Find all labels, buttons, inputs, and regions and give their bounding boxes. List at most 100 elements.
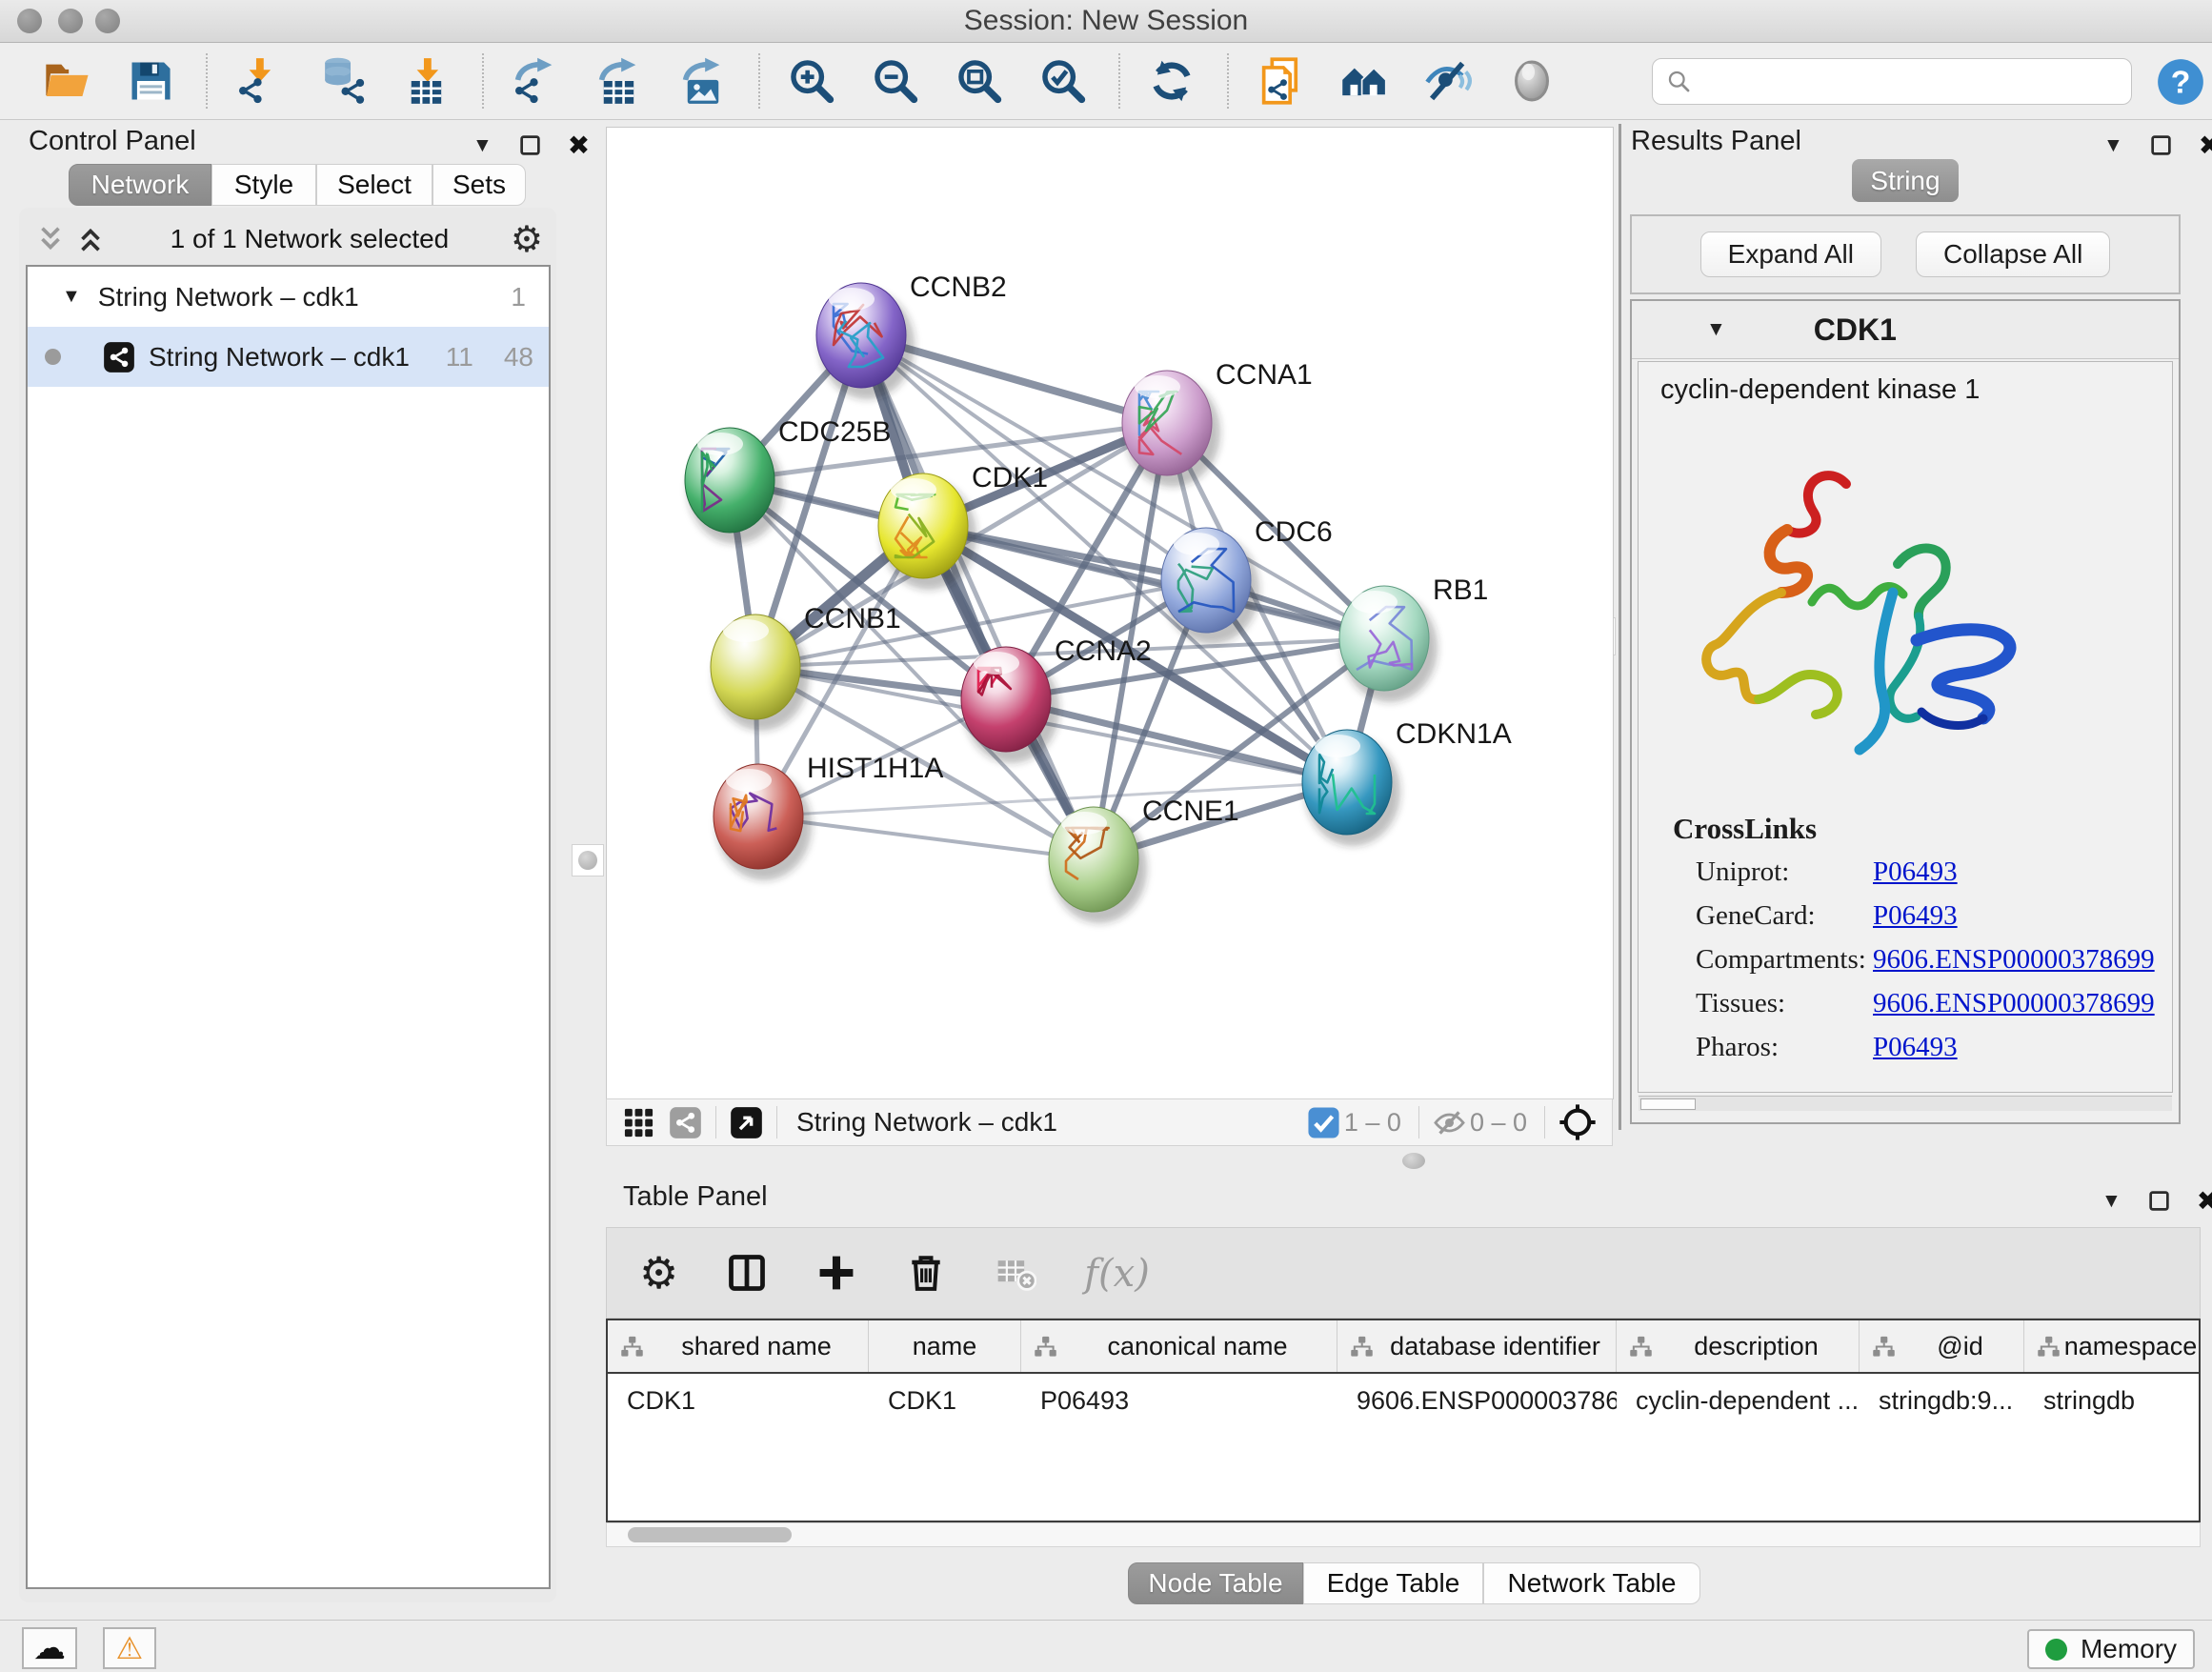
node-CDK1[interactable]: CDK1 — [878, 462, 1048, 590]
cloud-button[interactable]: ☁ — [22, 1627, 77, 1669]
float-panel-icon[interactable] — [2147, 1189, 2171, 1213]
table-cell[interactable]: cyclin-dependent ... — [1617, 1386, 1860, 1416]
column-header-database-identifier[interactable]: database identifier — [1337, 1320, 1617, 1372]
node-table[interactable]: shared namenamecanonical namedatabase id… — [606, 1319, 2201, 1522]
table-cell[interactable]: CDK1 — [608, 1386, 869, 1416]
node-HIST1H1A[interactable]: HIST1H1A — [714, 753, 943, 880]
table-cell[interactable]: CDK1 — [869, 1386, 1021, 1416]
left-splitter-handle[interactable] — [572, 844, 604, 876]
table-cell[interactable]: stringdb:9... — [1860, 1386, 2024, 1416]
crosshair-icon[interactable] — [1558, 1103, 1597, 1141]
float-panel-icon[interactable] — [2149, 133, 2173, 157]
results-scrollbar[interactable] — [1639, 1096, 2172, 1111]
section-collapse-icon[interactable]: ▼ — [1706, 318, 1726, 341]
tree-collapse-icon[interactable]: ▼ — [62, 286, 81, 308]
zoom-selected-button[interactable] — [1038, 56, 1088, 106]
table-row[interactable]: CDK1CDK1P064939606.ENSP00000378699cyclin… — [608, 1374, 2199, 1427]
bottom-splitter-handle[interactable] — [1402, 1153, 1425, 1169]
table-settings-gear-icon[interactable]: ⚙ — [639, 1252, 678, 1294]
tab-network[interactable]: Network — [69, 164, 211, 206]
import-network-button[interactable] — [234, 56, 284, 106]
import-database-button[interactable] — [318, 56, 368, 106]
crosslink-link[interactable]: 9606.ENSP00000378699 — [1873, 937, 2155, 981]
crosslink-link[interactable]: P06493 — [1873, 894, 1958, 937]
network-options-gear-icon[interactable]: ⚙ — [511, 218, 543, 260]
add-column-icon[interactable] — [815, 1252, 857, 1294]
expand-all-button[interactable]: Expand All — [1700, 232, 1881, 277]
column-header-description[interactable]: description — [1617, 1320, 1860, 1372]
tab-string[interactable]: String — [1852, 159, 1959, 202]
warnings-button[interactable]: ⚠ — [103, 1627, 156, 1669]
close-panel-icon[interactable]: ✖ — [2199, 130, 2212, 161]
search-icon — [1666, 69, 1692, 94]
table-cell[interactable]: stringdb — [2024, 1386, 2201, 1416]
birdseye-view-icon[interactable] — [730, 1106, 763, 1139]
search-input[interactable] — [1699, 66, 2131, 98]
close-panel-icon[interactable]: ✖ — [568, 130, 590, 161]
table-cell[interactable]: P06493 — [1021, 1386, 1337, 1416]
node-RB1[interactable]: RB1 — [1339, 574, 1488, 702]
column-header-canonical-name[interactable]: canonical name — [1021, 1320, 1337, 1372]
zoom-out-button[interactable] — [871, 56, 920, 106]
tab-select[interactable]: Select — [316, 164, 432, 206]
collapse-all-button[interactable]: Collapse All — [1916, 232, 2110, 277]
network-share-icon[interactable] — [669, 1106, 702, 1139]
search-box[interactable] — [1652, 58, 2132, 105]
control-panel-title: Control Panel — [29, 126, 196, 157]
delete-column-icon[interactable] — [905, 1252, 947, 1294]
node-CDKN1A[interactable]: CDKN1A — [1302, 718, 1512, 846]
crosslink-link[interactable]: P06493 — [1873, 1025, 1958, 1069]
tab-edge-table[interactable]: Edge Table — [1303, 1562, 1483, 1604]
help-button[interactable]: ? — [2155, 56, 2206, 108]
hide-selected-button[interactable] — [1423, 56, 1473, 106]
export-image-button[interactable] — [678, 56, 728, 106]
results-panel-header-icons: ▼ ✖ — [2103, 130, 2212, 161]
network-tree: ▼ String Network – cdk1 1 String Network… — [26, 265, 551, 1589]
tab-sets[interactable]: Sets — [432, 164, 526, 206]
zoom-in-button[interactable] — [787, 56, 836, 106]
node-CCNB1[interactable]: CCNB1 — [711, 603, 901, 731]
toolbar-separator — [758, 53, 760, 109]
column-header-namespace[interactable]: namespace — [2024, 1320, 2201, 1372]
import-table-button[interactable] — [402, 56, 452, 106]
show-columns-icon[interactable] — [726, 1252, 768, 1294]
table-cell[interactable]: 9606.ENSP00000378699 — [1337, 1386, 1617, 1416]
results-section-header[interactable]: ▼ CDK1 — [1632, 301, 2179, 359]
panel-menu-icon[interactable]: ▼ — [2103, 134, 2123, 157]
network-canvas[interactable]: CCNB2 CCNA1 CDC25B CDK1 CDC6 RB1 CCNB1 C… — [606, 127, 1614, 1099]
collapse-all-icon[interactable] — [34, 223, 67, 255]
crosslink-link[interactable]: 9606.ENSP00000378699 — [1873, 981, 2155, 1025]
memory-button[interactable]: Memory — [2027, 1629, 2195, 1669]
tab-network-table[interactable]: Network Table — [1483, 1562, 1700, 1604]
grid-view-icon[interactable] — [622, 1106, 655, 1139]
column-header-shared-name[interactable]: shared name — [608, 1320, 869, 1372]
expand-all-icon[interactable] — [74, 223, 107, 255]
export-table-button[interactable] — [594, 56, 644, 106]
save-session-button[interactable] — [126, 56, 175, 106]
panel-menu-icon[interactable]: ▼ — [473, 134, 493, 157]
tree-row-collection[interactable]: ▼ String Network – cdk1 1 — [28, 267, 549, 327]
node-CCNE1[interactable]: CCNE1 — [1049, 796, 1239, 923]
selected-checkbox-icon[interactable] — [1307, 1106, 1340, 1139]
first-neighbors-button[interactable] — [1339, 56, 1389, 106]
crosslink-link[interactable]: P06493 — [1873, 850, 1958, 894]
export-network-button[interactable] — [511, 56, 560, 106]
clone-network-button[interactable] — [1256, 56, 1305, 106]
protein-description: cyclin-dependent kinase 1 — [1660, 374, 1980, 406]
hidden-eye-icon[interactable] — [1433, 1106, 1466, 1139]
refresh-button[interactable] — [1147, 56, 1196, 106]
tab-style[interactable]: Style — [211, 164, 316, 206]
node-CDC6[interactable]: CDC6 — [1161, 516, 1333, 644]
close-panel-icon[interactable]: ✖ — [2197, 1185, 2212, 1217]
node-CCNA1[interactable]: CCNA1 — [1122, 359, 1313, 487]
tab-node-table[interactable]: Node Table — [1128, 1562, 1303, 1604]
table-horizontal-scrollbar[interactable] — [606, 1522, 2201, 1547]
tree-row-network[interactable]: String Network – cdk1 11 48 — [28, 327, 549, 387]
zoom-fit-button[interactable] — [955, 56, 1004, 106]
float-panel-icon[interactable] — [518, 133, 542, 157]
open-session-button[interactable] — [42, 56, 91, 106]
column-header--id[interactable]: @id — [1860, 1320, 2024, 1372]
column-header-name[interactable]: name — [869, 1320, 1021, 1372]
show-all-button[interactable] — [1507, 56, 1557, 106]
panel-menu-icon[interactable]: ▼ — [2101, 1190, 2122, 1213]
